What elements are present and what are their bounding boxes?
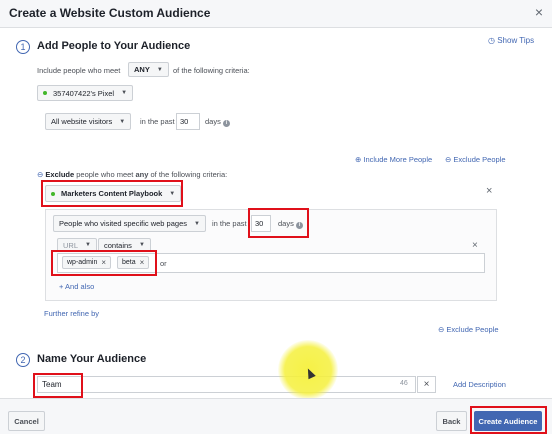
chevron-down-icon: ▼ [194, 220, 200, 227]
exclude-people-label: Exclude People [446, 325, 499, 334]
pixel-name: 357407422's Pixel [53, 88, 115, 98]
exclude-post: of the following criteria: [150, 170, 228, 179]
step-2-title: Name Your Audience [37, 353, 147, 365]
visitors-value: All website visitors [51, 117, 113, 126]
url-value: URL [63, 240, 79, 250]
further-refine-link[interactable]: Further refine by [44, 309, 99, 318]
contains-value: contains [104, 240, 132, 250]
audience-name-input[interactable]: Team [37, 376, 416, 393]
minus-circle-icon: ⊖ [445, 155, 452, 164]
pixel-dropdown[interactable]: 357407422's Pixel ▼ [37, 85, 134, 101]
include-suffix: of the following criteria: [173, 66, 250, 75]
plus-circle-icon: ⊕ [355, 155, 362, 164]
create-audience-dialog: Create a Website Custom Audience × 1 Add… [0, 0, 552, 434]
minus-circle-icon: ⊖ [37, 170, 44, 179]
cancel-button[interactable]: Cancel [8, 411, 45, 431]
include-more-people-link[interactable]: ⊕ Include More People [355, 155, 432, 164]
char-counter: 46 [400, 380, 408, 387]
exclude-people-link-top[interactable]: ⊖ Exclude People [445, 155, 506, 164]
or-label: or [160, 259, 167, 268]
in-past-label-2: in the past [212, 219, 247, 228]
highlight-box [51, 250, 157, 276]
exclude-word: Exclude [45, 170, 75, 179]
visitors-dropdown[interactable]: All website visitors ▼ [45, 113, 132, 130]
info-icon: i [222, 120, 230, 127]
dialog-header: Create a Website Custom Audience × [0, 0, 552, 28]
back-button[interactable]: Back [436, 411, 467, 431]
highlight-box [248, 208, 309, 238]
remove-exclusion-icon[interactable]: × [486, 185, 492, 197]
close-icon[interactable]: × [535, 4, 543, 20]
include-prefix: Include people who meet [37, 66, 121, 75]
rule-value: People who visited specific web pages [59, 219, 187, 228]
in-past-label: in the past [140, 117, 175, 126]
chevron-down-icon: ▼ [156, 66, 163, 73]
clock-icon: ◷ [488, 36, 495, 45]
rule-dropdown[interactable]: People who visited specific web pages ▼ [53, 215, 206, 232]
days-text: days [205, 117, 221, 126]
include-mode-dropdown[interactable]: ANY ▼ [128, 62, 169, 77]
add-description-link[interactable]: Add Description [453, 380, 506, 389]
step-1-number: 1 [16, 40, 30, 54]
clear-name-button[interactable]: × [417, 376, 436, 393]
chevron-down-icon: ▼ [85, 242, 91, 248]
include-mode-value: ANY [134, 65, 150, 74]
chevron-down-icon: ▼ [119, 118, 126, 125]
step-1-title: Add People to Your Audience [37, 40, 191, 52]
chevron-down-icon: ▼ [138, 242, 145, 248]
exclude-criteria-label: ⊖ Exclude people who meet any of the fol… [37, 170, 227, 179]
show-tips-link[interactable]: ◷ Show Tips [488, 36, 534, 45]
minus-circle-icon: ⊖ [438, 325, 445, 334]
exclude-people-link-bottom[interactable]: ⊖ Exclude People [438, 325, 499, 334]
show-tips-label: Show Tips [497, 36, 535, 45]
chevron-down-icon: ▼ [121, 90, 128, 96]
and-also-link[interactable]: + And also [59, 282, 94, 291]
step-2-number: 2 [16, 353, 30, 367]
highlight-box [33, 373, 83, 398]
include-more-label: Include More People [363, 155, 433, 164]
exclude-mid: people who meet [76, 170, 134, 179]
status-dot-icon [43, 91, 47, 95]
dialog-title: Create a Website Custom Audience [9, 6, 211, 20]
days-input[interactable]: 30 [176, 113, 200, 130]
highlight-box [470, 406, 547, 434]
exclude-people-label: Exclude People [453, 155, 506, 164]
days-label: days i [205, 117, 230, 127]
highlight-box [41, 180, 183, 207]
remove-rule-icon[interactable]: × [472, 240, 478, 251]
exclude-any: any [135, 170, 149, 179]
